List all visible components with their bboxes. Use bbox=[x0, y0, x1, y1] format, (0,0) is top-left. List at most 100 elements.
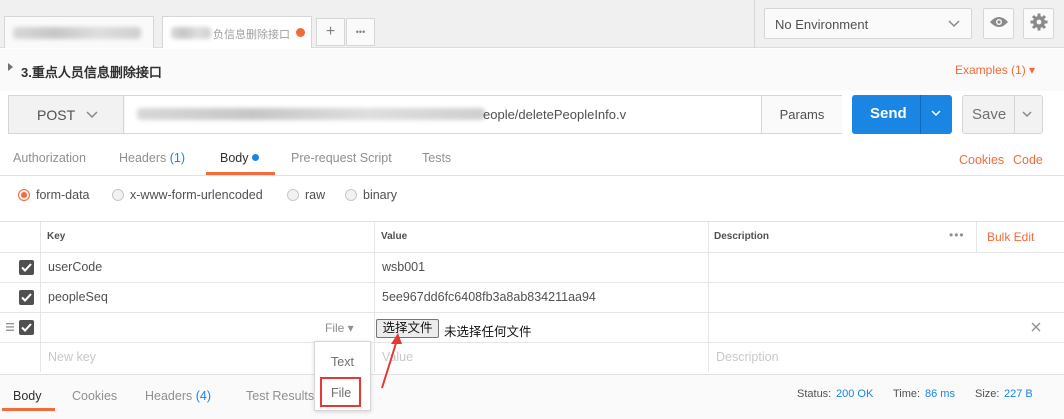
gear-icon bbox=[1030, 13, 1048, 34]
radio-empty-icon bbox=[345, 189, 357, 201]
row-enabled-checkbox[interactable] bbox=[19, 260, 34, 275]
row-key[interactable]: peopleSeq bbox=[48, 290, 108, 304]
request-title[interactable]: 3.重点人员信息删除接口 bbox=[21, 62, 162, 81]
radio-label: raw bbox=[305, 188, 326, 202]
body-active-dot-icon bbox=[251, 154, 259, 161]
tab-label: 负信息删除接口 bbox=[213, 29, 290, 41]
radio-label: form-data bbox=[36, 188, 90, 202]
chevron-down-icon[interactable] bbox=[930, 105, 942, 124]
column-divider bbox=[976, 222, 977, 252]
code-link[interactable]: Code bbox=[1013, 153, 1043, 167]
row-enabled-checkbox[interactable] bbox=[19, 320, 34, 335]
chevron-down-icon bbox=[85, 106, 99, 125]
response-tab-headers[interactable]: Headers (4) bbox=[145, 389, 211, 403]
tab-headers-label: Headers bbox=[119, 151, 167, 165]
response-tab-cookies[interactable]: Cookies bbox=[72, 389, 117, 403]
save-label: Save bbox=[972, 106, 1007, 123]
radio-selected-icon bbox=[18, 189, 30, 201]
request-tab-2[interactable]: 负信息删除接口 bbox=[162, 16, 312, 48]
response-tab-test-results[interactable]: Test Results bbox=[246, 389, 314, 403]
table-options-button[interactable]: ••• bbox=[949, 228, 965, 242]
examples-dropdown[interactable]: Examples (1) ▾ bbox=[955, 63, 1035, 77]
new-tab-button[interactable]: + bbox=[316, 18, 345, 46]
dropdown-option-text[interactable]: Text bbox=[331, 355, 354, 369]
column-header-value: Value bbox=[381, 231, 408, 242]
blurred-tab-label bbox=[171, 27, 211, 39]
table-divider bbox=[0, 282, 1064, 283]
response-tab-body[interactable]: Body bbox=[13, 389, 42, 403]
row-value[interactable]: wsb001 bbox=[382, 260, 425, 274]
radio-label: binary bbox=[363, 188, 398, 202]
table-divider bbox=[0, 312, 1064, 313]
divider bbox=[754, 0, 755, 48]
annotation-arrow-icon bbox=[381, 333, 402, 389]
radio-binary[interactable]: binary bbox=[345, 188, 397, 202]
checkmark-icon bbox=[21, 263, 32, 272]
key-type-select[interactable]: File ▾ bbox=[325, 321, 354, 335]
table-divider bbox=[0, 252, 1064, 253]
checkmark-icon bbox=[21, 293, 32, 302]
dropdown-option-file[interactable]: File bbox=[320, 377, 361, 407]
params-button[interactable]: Params bbox=[761, 96, 842, 133]
column-header-description: Description bbox=[714, 231, 770, 242]
url-input[interactable]: eople/deletePeopleInfo.v bbox=[125, 96, 761, 133]
status-value-text: 200 OK bbox=[836, 388, 874, 400]
status-label: Status: bbox=[797, 388, 832, 400]
chevron-down-icon[interactable] bbox=[1021, 106, 1033, 125]
radio-form-data[interactable]: form-data bbox=[18, 188, 90, 202]
environment-quick-look-button[interactable] bbox=[983, 8, 1014, 39]
tab-body-label: Body bbox=[220, 151, 249, 165]
tab-headers[interactable]: Headers (1) bbox=[119, 151, 185, 165]
active-tab-indicator bbox=[2, 408, 55, 411]
size-value: 227 B bbox=[1004, 388, 1033, 400]
time-label: Time: bbox=[893, 388, 921, 400]
tab-prerequest-script[interactable]: Pre-request Script bbox=[291, 151, 392, 165]
more-tabs-button[interactable]: ••• bbox=[346, 18, 375, 46]
delete-row-icon[interactable] bbox=[1031, 319, 1041, 336]
caret-right-icon[interactable] bbox=[8, 63, 13, 71]
tab-authorization[interactable]: Authorization bbox=[13, 151, 86, 165]
environment-value: No Environment bbox=[775, 17, 869, 32]
method-select[interactable]: POST bbox=[9, 96, 124, 133]
column-divider bbox=[40, 222, 41, 372]
active-tab-indicator bbox=[206, 172, 275, 175]
divider bbox=[1014, 96, 1015, 133]
new-description-input[interactable]: Description bbox=[716, 350, 779, 364]
tab-body[interactable]: Body bbox=[220, 151, 259, 165]
chevron-down-icon bbox=[947, 15, 961, 34]
send-button[interactable]: Send bbox=[852, 95, 952, 134]
time-value-text: 86 ms bbox=[925, 388, 955, 400]
no-file-chosen-text: 未选择任何文件 bbox=[444, 325, 532, 339]
table-divider bbox=[0, 342, 1064, 343]
radio-empty-icon bbox=[287, 189, 299, 201]
row-key[interactable]: userCode bbox=[48, 260, 102, 274]
response-headers-label: Headers bbox=[145, 389, 193, 403]
blurred-tab-label bbox=[13, 27, 141, 39]
size-label: Size: bbox=[975, 388, 1000, 400]
drag-handle-icon[interactable] bbox=[6, 322, 14, 335]
unsaved-dot-icon bbox=[296, 28, 305, 37]
row-enabled-checkbox[interactable] bbox=[19, 290, 34, 305]
status-value: 200 OK bbox=[836, 388, 873, 400]
headers-count: (1) bbox=[169, 151, 186, 165]
radio-raw[interactable]: raw bbox=[287, 188, 325, 202]
divider bbox=[920, 95, 921, 134]
cookies-link[interactable]: Cookies bbox=[959, 153, 1004, 167]
tab-tests[interactable]: Tests bbox=[422, 151, 451, 165]
row-value[interactable]: 5ee967dd6fc6408fb3a8ab834211aa94 bbox=[382, 290, 596, 304]
radio-empty-icon bbox=[112, 189, 124, 201]
column-divider bbox=[374, 222, 375, 372]
radio-urlencoded[interactable]: x-www-form-urlencoded bbox=[112, 188, 263, 202]
dropdown-option-file-label: File bbox=[331, 386, 352, 400]
new-key-input[interactable]: New key bbox=[48, 350, 96, 364]
response-headers-count: (4) bbox=[195, 389, 212, 403]
time-value: 86 ms bbox=[925, 388, 955, 400]
eye-icon bbox=[989, 15, 1009, 32]
environment-select[interactable]: No Environment bbox=[764, 8, 972, 39]
method-value: POST bbox=[37, 107, 76, 123]
settings-button[interactable] bbox=[1023, 8, 1054, 39]
request-tab-1[interactable] bbox=[4, 16, 154, 48]
save-button[interactable]: Save bbox=[962, 95, 1043, 134]
bulk-edit-link[interactable]: Bulk Edit bbox=[987, 230, 1034, 244]
column-header-key: Key bbox=[47, 231, 66, 242]
